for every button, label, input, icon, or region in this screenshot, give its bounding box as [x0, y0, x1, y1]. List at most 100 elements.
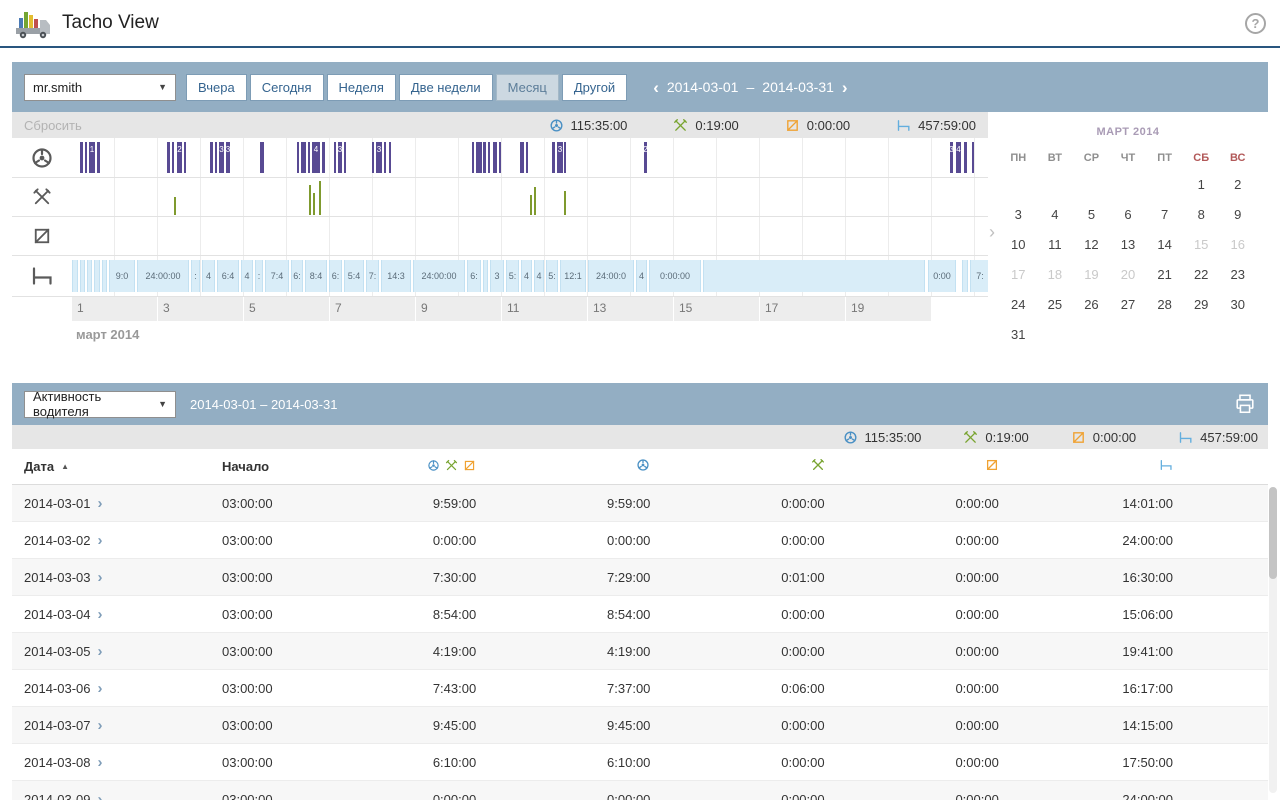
prev-range-icon[interactable]: ‹: [653, 79, 659, 96]
calendar-day-30[interactable]: 30: [1219, 290, 1256, 320]
period-button-today[interactable]: Сегодня: [250, 74, 324, 101]
row-expand-icon[interactable]: ›: [98, 644, 103, 659]
driver-select[interactable]: mr.smith ▼: [24, 74, 176, 101]
col-work-header[interactable]: [745, 458, 919, 475]
print-icon[interactable]: [1234, 393, 1256, 415]
table-row[interactable]: 2014-03-02›03:00:000:00:000:00:000:00:00…: [12, 522, 1268, 559]
col-availability-header[interactable]: [920, 458, 1094, 475]
rest-block: [80, 260, 85, 292]
calendar-week: 3456789: [988, 200, 1268, 230]
calendar-day-21[interactable]: 21: [1146, 260, 1183, 290]
driving-icon: [12, 138, 72, 178]
cell-date: 2014-03-05›: [12, 644, 212, 659]
calendar-empty-cell: [1073, 170, 1110, 200]
table-row[interactable]: 2014-03-03›03:00:007:30:007:29:000:01:00…: [12, 559, 1268, 596]
calendar-day-9[interactable]: 9: [1219, 200, 1256, 230]
calendar-day-4[interactable]: 4: [1037, 200, 1074, 230]
cell-driving: 7:29:00: [571, 570, 745, 585]
calendar-day-12[interactable]: 12: [1073, 230, 1110, 260]
table-row[interactable]: 2014-03-05›03:00:004:19:004:19:000:00:00…: [12, 633, 1268, 670]
calendar-empty-cell: [1110, 320, 1147, 350]
col-start-header[interactable]: Начало: [212, 459, 397, 474]
period-button-month[interactable]: Месяц: [496, 74, 559, 101]
table-row[interactable]: 2014-03-01›03:00:009:59:009:59:000:00:00…: [12, 485, 1268, 522]
calendar-day-23[interactable]: 23: [1219, 260, 1256, 290]
cell-driving: 9:59:00: [571, 496, 745, 511]
work-segment: [564, 191, 566, 215]
period-buttons: ВчераСегодняНеделяДве неделиМесяцДругой: [186, 74, 627, 101]
timeline-panel: mr.smith ▼ ВчераСегодняНеделяДве неделиМ…: [12, 62, 1268, 347]
rest-block: 14:3: [381, 260, 411, 292]
calendar-day-14[interactable]: 14: [1146, 230, 1183, 260]
calendar-day-8[interactable]: 8: [1183, 200, 1220, 230]
calendar-day-10[interactable]: 10: [1000, 230, 1037, 260]
cell-rest: 17:50:00: [1094, 755, 1268, 770]
calendar-day-11[interactable]: 11: [1037, 230, 1074, 260]
period-button-yesterday[interactable]: Вчера: [186, 74, 247, 101]
axis-day-label: 7: [330, 297, 415, 321]
weekday-label: ПН: [1000, 146, 1037, 170]
cell-start: 03:00:00: [212, 570, 397, 585]
reset-button[interactable]: Сбросить: [12, 118, 82, 133]
row-expand-icon[interactable]: ›: [98, 792, 103, 800]
col-date-header[interactable]: Дата ▲: [12, 459, 212, 474]
period-button-week[interactable]: Неделя: [327, 74, 396, 101]
row-expand-icon[interactable]: ›: [98, 681, 103, 696]
calendar-day-2[interactable]: 2: [1219, 170, 1256, 200]
row-expand-icon[interactable]: ›: [98, 718, 103, 733]
col-rest-header[interactable]: [1094, 458, 1268, 475]
table-row[interactable]: 2014-03-04›03:00:008:54:008:54:000:00:00…: [12, 596, 1268, 633]
cell-start: 03:00:00: [212, 681, 397, 696]
calendar-day-6[interactable]: 6: [1110, 200, 1147, 230]
calendar-day-24[interactable]: 24: [1000, 290, 1037, 320]
period-button-custom[interactable]: Другой: [562, 74, 627, 101]
cell-rest: 24:00:00: [1094, 533, 1268, 548]
report-table-body: 2014-03-01›03:00:009:59:009:59:000:00:00…: [12, 485, 1268, 800]
cell-date: 2014-03-03›: [12, 570, 212, 585]
calendar-day-26[interactable]: 26: [1073, 290, 1110, 320]
calendar-expand-icon[interactable]: ›: [989, 222, 995, 243]
calendar-day-17: 17: [1000, 260, 1037, 290]
calendar-day-7[interactable]: 7: [1146, 200, 1183, 230]
rest-block: 7:: [366, 260, 379, 292]
col-driving-header[interactable]: [571, 458, 745, 475]
cell-date: 2014-03-06›: [12, 681, 212, 696]
timeline-legend-gutter: [12, 138, 72, 297]
table-row[interactable]: 2014-03-06›03:00:007:43:007:37:000:06:00…: [12, 670, 1268, 707]
table-scrollbar[interactable]: [1269, 487, 1277, 793]
availability-icon: [985, 458, 999, 475]
calendar-day-5[interactable]: 5: [1073, 200, 1110, 230]
help-icon[interactable]: ?: [1245, 13, 1266, 34]
calendar-day-28[interactable]: 28: [1146, 290, 1183, 320]
next-range-icon[interactable]: ›: [842, 79, 848, 96]
axis-day-label: 13: [588, 297, 673, 321]
calendar-day-1[interactable]: 1: [1183, 170, 1220, 200]
row-expand-icon[interactable]: ›: [98, 607, 103, 622]
calendar-day-22[interactable]: 22: [1183, 260, 1220, 290]
calendar-day-31[interactable]: 31: [1000, 320, 1037, 350]
weekday-label: ПТ: [1146, 146, 1183, 170]
calendar-day-25[interactable]: 25: [1037, 290, 1074, 320]
table-row[interactable]: 2014-03-08›03:00:006:10:006:10:000:00:00…: [12, 744, 1268, 781]
calendar-week: 10111213141516: [988, 230, 1268, 260]
cell-total: 9:45:00: [397, 718, 571, 733]
row-expand-icon[interactable]: ›: [98, 755, 103, 770]
col-total-header[interactable]: [397, 459, 571, 475]
calendar-day-13[interactable]: 13: [1110, 230, 1147, 260]
table-row[interactable]: 2014-03-07›03:00:009:45:009:45:000:00:00…: [12, 707, 1268, 744]
calendar-day-27[interactable]: 27: [1110, 290, 1147, 320]
stat-driving: 115:35:00: [549, 118, 628, 133]
report-date-range: 2014-03-01 – 2014-03-31: [190, 397, 337, 412]
table-row[interactable]: 2014-03-09›03:00:000:00:000:00:000:00:00…: [12, 781, 1268, 800]
row-expand-icon[interactable]: ›: [98, 496, 103, 511]
calendar-day-3[interactable]: 3: [1000, 200, 1037, 230]
report-type-select[interactable]: Активность водителя ▼: [24, 391, 176, 418]
driving-segment: [322, 142, 325, 173]
scrollbar-thumb[interactable]: [1269, 487, 1277, 579]
row-expand-icon[interactable]: ›: [98, 533, 103, 548]
row-expand-icon[interactable]: ›: [98, 570, 103, 585]
calendar-day-29[interactable]: 29: [1183, 290, 1220, 320]
period-button-two-weeks[interactable]: Две недели: [399, 74, 493, 101]
cell-total: 9:59:00: [397, 496, 571, 511]
driving-segment: [172, 142, 174, 173]
